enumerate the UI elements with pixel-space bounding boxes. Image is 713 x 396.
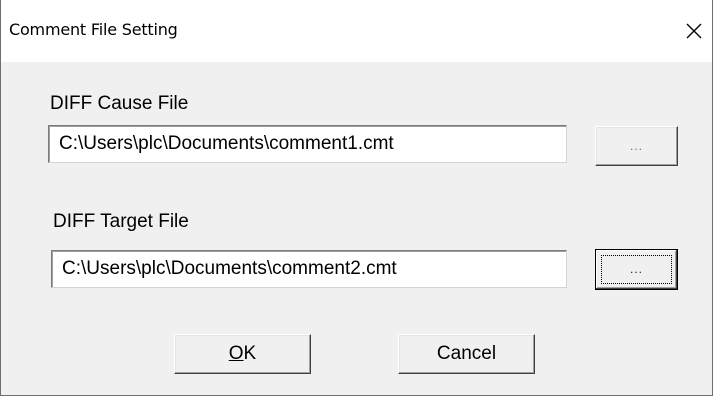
diff-cause-file-label: DIFF Cause File [50, 93, 189, 114]
comment-file-setting-dialog: Comment File Setting DIFF Cause File C:\… [0, 0, 713, 396]
browse-target-file-button[interactable]: ... [595, 249, 678, 290]
diff-cause-file-value: C:\Users\plc\Documents\comment1.cmt [59, 133, 394, 154]
diff-cause-file-input[interactable]: C:\Users\plc\Documents\comment1.cmt [48, 125, 567, 163]
cancel-button[interactable]: Cancel [398, 334, 535, 374]
browse-cause-file-label: ... [629, 139, 643, 153]
diff-target-file-value: C:\Users\plc\Documents\comment2.cmt [62, 258, 397, 279]
browse-target-file-label: ... [629, 262, 643, 276]
diff-target-file-input[interactable]: C:\Users\plc\Documents\comment2.cmt [51, 250, 567, 288]
close-icon [686, 23, 702, 39]
diff-target-file-label: DIFF Target File [53, 211, 189, 232]
ok-button-label: OK [228, 343, 257, 364]
close-button[interactable] [676, 14, 712, 46]
window-title: Comment File Setting [9, 20, 178, 39]
browse-cause-file-button[interactable]: ... [595, 126, 678, 166]
title-bar[interactable]: Comment File Setting [1, 0, 712, 62]
cancel-button-label: Cancel [436, 343, 497, 364]
ok-button[interactable]: OK [174, 334, 311, 374]
